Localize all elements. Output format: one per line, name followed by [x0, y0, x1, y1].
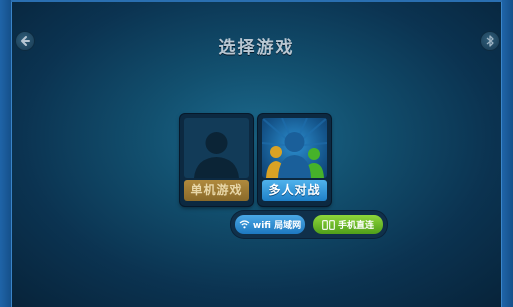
single-player-card[interactable]: 单机游戏 — [180, 114, 253, 206]
multiplayer-card[interactable]: 多人对战 — [258, 114, 331, 206]
single-player-label: 单机游戏 — [184, 180, 249, 201]
multiplayer-image — [262, 118, 327, 178]
single-player-image — [184, 118, 249, 178]
phone-link-icon — [322, 219, 335, 230]
multi-user-icon — [262, 118, 327, 178]
phone-direct-button[interactable]: 手机直连 — [313, 215, 383, 234]
top-border — [11, 0, 502, 2]
wifi-lan-label: wifi 局域网 — [252, 221, 302, 231]
connection-options: wifi 局域网 手机直连 — [231, 211, 387, 238]
wifi-icon — [239, 220, 250, 229]
single-user-icon — [194, 132, 239, 178]
wifi-lan-button[interactable]: wifi 局域网 — [235, 215, 305, 234]
page-title: 选择游戏 — [218, 38, 295, 58]
multiplayer-label: 多人对战 — [262, 180, 327, 201]
phone-direct-label: 手机直连 — [337, 221, 374, 231]
